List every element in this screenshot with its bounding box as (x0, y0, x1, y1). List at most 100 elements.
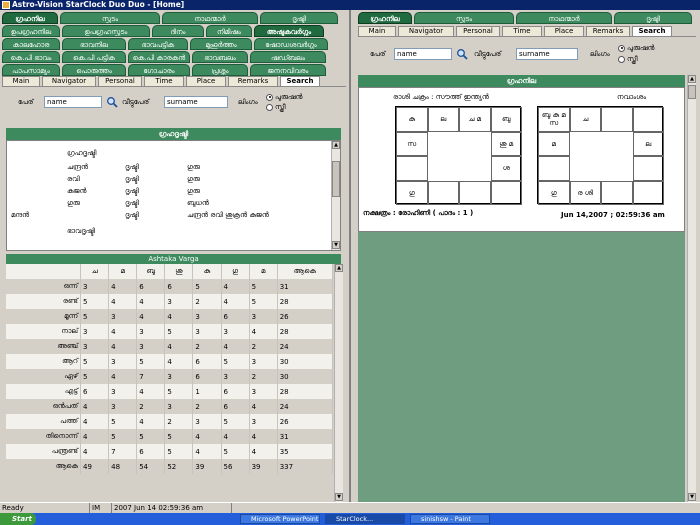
subtab-line (358, 36, 696, 37)
empty-area (358, 232, 685, 502)
ashtaka-cell: 5 (249, 279, 278, 294)
ashtaka-cell: 3 (164, 369, 194, 384)
tab-0[interactable]: ഗ്രഹനില (358, 12, 412, 24)
tab-2[interactable]: ഭാവപട്ടിക (128, 38, 188, 50)
ashtaka-cell: 4 (221, 429, 250, 444)
ashtaka-cell: 2 (164, 414, 194, 429)
chart-house (427, 180, 459, 205)
tab-1[interactable]: പൊരുത്തം (62, 64, 126, 76)
subtab-1[interactable]: Navigator (398, 26, 454, 36)
aspect-cell: ദൃഷ്ടി (125, 199, 139, 207)
surname-input[interactable]: surname (164, 96, 228, 108)
tab-1[interactable]: സ്ഫുടം (414, 12, 514, 24)
tab-4[interactable]: അഷ്ടകവർഗ്ഗം (254, 25, 324, 37)
ashtaka-cell: 4 (108, 294, 138, 309)
subtab-4[interactable]: Place (544, 26, 584, 36)
ashtaka-cell: 6 (164, 279, 194, 294)
search-icon[interactable] (456, 48, 468, 60)
tab-4[interactable]: ഷഡ്ബലം (250, 51, 326, 63)
subtab-4[interactable]: Place (186, 76, 226, 86)
scroll-up-arrow[interactable]: ▲ (688, 75, 696, 83)
ashtaka-row: നാല് 3 4 3 5 3 3 4 28 (6, 324, 334, 339)
ashtaka-cell: 28 (277, 294, 334, 309)
ashtaka-scrollbar[interactable]: ▲ ▼ (334, 264, 343, 502)
male-radio[interactable]: പുരുഷൻ (266, 93, 303, 101)
tab-3[interactable]: പ്രശ്നം (192, 64, 248, 76)
tab-1[interactable]: ഭാവനില (62, 38, 126, 50)
subtab-3[interactable]: Time (502, 26, 542, 36)
start-button[interactable]: Start (0, 513, 36, 525)
surname-input[interactable]: surname (516, 48, 578, 60)
tab-2[interactable]: ഗോചാരം (128, 64, 190, 76)
tab-1[interactable]: സ്ഫുടം (60, 12, 160, 24)
chart-house: ശ (490, 156, 522, 181)
subtab-2[interactable]: Personal (98, 76, 142, 86)
subtab-0[interactable]: Main (358, 26, 396, 36)
ashtaka-cell: 6 (136, 444, 166, 459)
search-icon[interactable] (106, 96, 118, 108)
scroll-up-arrow[interactable]: ▲ (332, 141, 340, 149)
chart-house: മ (538, 131, 570, 156)
scroll-thumb[interactable] (688, 85, 696, 99)
ashtaka-cell: 5 (164, 384, 194, 399)
ashtaka-cell: 30 (277, 369, 334, 384)
subtab-2[interactable]: Personal (456, 26, 500, 36)
chart-house: കു (396, 107, 428, 132)
subtab-5[interactable]: Remarks (586, 26, 630, 36)
tab-0[interactable]: ഉപഗ്രഹനില (2, 25, 60, 37)
tab-1[interactable]: ഉപഗ്രഹസ്ഫുടം (62, 25, 150, 37)
app-window: Astro-Vision StarClock Duo Duo - [Home] … (0, 0, 700, 525)
tab-3[interactable]: നിമിഷം (206, 25, 252, 37)
subtab-3[interactable]: Time (144, 76, 184, 86)
tab-2[interactable]: ദിനം (152, 25, 204, 37)
subtab-1[interactable]: Navigator (42, 76, 96, 86)
scroll-up-arrow[interactable]: ▲ (335, 264, 343, 272)
subtab-6[interactable]: Search (280, 76, 320, 86)
name-input[interactable]: name (44, 96, 102, 108)
ashtaka-cell: 26 (277, 414, 334, 429)
ashtaka-col-header: ച (80, 264, 110, 279)
tab-0[interactable]: കാലഹോര (2, 38, 60, 50)
ashtaka-row-label: ആറ് (6, 354, 82, 369)
name-label: പേര് (370, 50, 386, 58)
tab-2[interactable]: നാഥന്മാർ (516, 12, 612, 24)
tab-4[interactable]: ജനനവിവരം (250, 64, 326, 76)
tab-4[interactable]: ഷോഡശവർഗ്ഗം (254, 38, 328, 50)
right-scrollbar[interactable]: ▲ ▼ (687, 75, 696, 502)
rasi-chart-title: രാശി ചക്രം : സൗത്ത് ഇന്ത്യൻ (393, 93, 489, 101)
tab-2[interactable]: കെ.പി കാരകൻ (128, 51, 190, 63)
scroll-down-arrow[interactable]: ▼ (335, 493, 343, 501)
name-input[interactable]: name (394, 48, 452, 60)
taskbar-item[interactable]: sinishsw - Paint (410, 514, 490, 524)
aspect-scrollbar[interactable]: ▲ ▼ (331, 141, 340, 250)
left-tab-row-4: കെ.പി ഭാവം കെ.പി പട്ടിക കെ.പി കാരകൻ ഭാവബലം ഷ… (2, 51, 326, 63)
female-radio[interactable]: സ്ത്രീ (618, 55, 638, 63)
aspect-cell: കുജൻ (67, 187, 87, 195)
taskbar-item[interactable]: Microsoft PowerPoint ... (240, 514, 320, 524)
aspect-cell: ദൃഷ്ടി (125, 175, 139, 183)
tab-1[interactable]: കെ.പി പട്ടിക (62, 51, 126, 63)
tab-0[interactable]: പാപസാമ്യം (2, 64, 60, 76)
tab-3[interactable]: ഭാവബലം (192, 51, 248, 63)
tab-3[interactable]: മുഹൂർത്തം (190, 38, 252, 50)
status-bar: Ready IM 2007 Jun 14 02:59:36 am (0, 502, 700, 514)
ashtaka-cell: 52 (164, 459, 194, 474)
tab-0[interactable]: കെ.പി ഭാവം (2, 51, 60, 63)
scroll-down-arrow[interactable]: ▼ (332, 241, 340, 249)
male-radio[interactable]: പുരുഷൻ (618, 44, 655, 52)
taskbar-item[interactable]: StarClock... (325, 514, 405, 524)
tab-0[interactable]: ഗ്രഹനില (2, 12, 58, 24)
subtab-0[interactable]: Main (2, 76, 40, 86)
ashtaka-cell: 4 (164, 354, 194, 369)
female-radio[interactable]: സ്ത്രീ (266, 103, 286, 111)
ashtaka-cell: 28 (277, 384, 334, 399)
chart-house (601, 180, 633, 205)
tab-2[interactable]: നാഥന്മാർ (162, 12, 258, 24)
ashtaka-cell: 31 (277, 429, 334, 444)
tab-3[interactable]: ദൃഷ്ടി (614, 12, 692, 24)
scroll-down-arrow[interactable]: ▼ (688, 493, 696, 501)
scroll-thumb[interactable] (332, 161, 340, 197)
subtab-5[interactable]: Remarks (228, 76, 278, 86)
subtab-6[interactable]: Search (632, 26, 672, 36)
tab-3[interactable]: ദൃഷ്ടി (260, 12, 338, 24)
